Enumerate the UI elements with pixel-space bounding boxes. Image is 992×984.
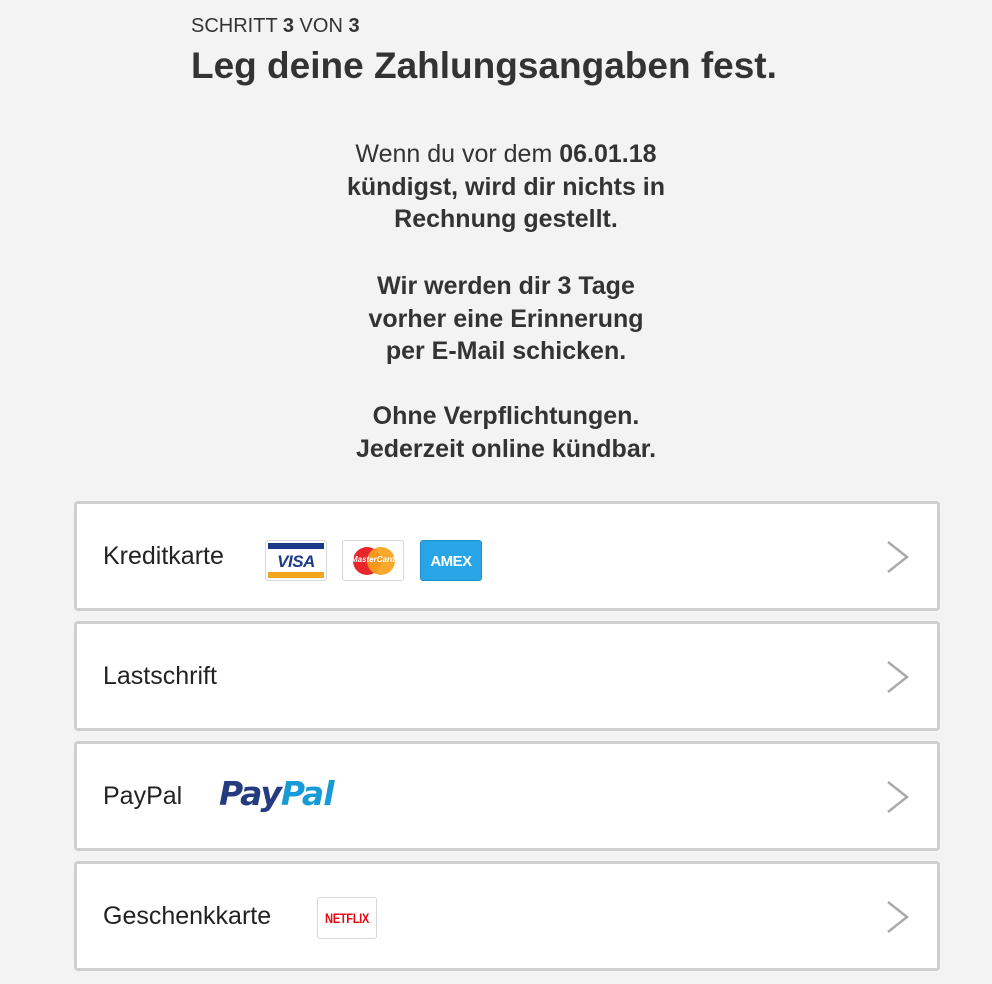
amex-logo: AMEX <box>420 540 482 581</box>
payment-option-label: Geschenkkarte <box>103 902 272 930</box>
step-current: 3 <box>282 15 294 37</box>
card-logos: VISA MasterCard AMEX <box>265 540 505 584</box>
amex-logo-text: AMEX <box>430 553 472 570</box>
payment-option-label: Kreditkarte <box>103 542 224 570</box>
payment-option-paypal[interactable]: PayPal PayPal <box>74 741 940 851</box>
mastercard-logo-text: MasterCard <box>350 555 395 564</box>
reminder-notice: Wir werden dir 3 Tage vorher eine Erinne… <box>0 270 992 368</box>
netflix-logo-text: NETFLIX <box>325 910 369 926</box>
trial-end-date: 06.01.18 <box>559 140 657 168</box>
step-indicator: SCHRITT 3 VON 3 <box>191 14 891 38</box>
reminder-line3: per E-Mail schicken. <box>385 337 627 365</box>
step-middle: VON <box>293 15 349 37</box>
page-header: SCHRITT 3 VON 3 Leg deine Zahlungsangabe… <box>191 14 891 88</box>
chevron-right-icon <box>887 781 910 813</box>
visa-logo: VISA <box>265 540 327 581</box>
commitment-line2: Jederzeit online kündbar. <box>355 434 657 463</box>
reminder-line2: vorher eine Erinnerung <box>368 304 644 333</box>
paypal-logo-part1: Pay <box>219 774 282 813</box>
mastercard-logo: MasterCard <box>342 540 404 581</box>
payment-option-label: PayPal <box>103 782 183 810</box>
netflix-logo: NETFLIX <box>317 897 377 939</box>
billing-notice-line3: Rechnung gestellt. <box>394 205 618 233</box>
payment-option-credit-card[interactable]: Kreditkarte VISA MasterCard AMEX <box>74 501 940 611</box>
billing-notice: Wenn du vor dem 06.01.18 kündigst, wird … <box>0 138 992 236</box>
step-total: 3 <box>348 15 360 37</box>
payment-options-list: Kreditkarte VISA MasterCard AMEX Lastsch… <box>74 501 940 981</box>
commitment-line1: Ohne Verpflichtungen. <box>372 402 640 430</box>
payment-option-gift-card[interactable]: Geschenkkarte NETFLIX <box>74 861 940 971</box>
billing-notice-line1: Wenn du vor dem 06.01.18 <box>0 138 992 171</box>
billing-notice-prefix: Wenn du vor dem <box>355 140 560 168</box>
chevron-right-icon <box>887 661 910 693</box>
paypal-logo: PayPal <box>219 774 334 813</box>
paypal-logo-part2: Pal <box>280 774 335 813</box>
visa-logo-text: VISA <box>277 552 315 571</box>
billing-notice-line2: kündigst, wird dir nichts in <box>346 172 666 201</box>
chevron-right-icon <box>887 901 910 933</box>
payment-option-label: Lastschrift <box>103 662 217 690</box>
reminder-line1: Wir werden dir 3 Tage <box>377 272 635 300</box>
page-title: Leg deine Zahlungsangaben fest. <box>191 45 777 86</box>
payment-option-direct-debit[interactable]: Lastschrift <box>74 621 940 731</box>
step-prefix: SCHRITT <box>191 15 283 37</box>
chevron-right-icon <box>887 541 910 573</box>
commitment-notice: Ohne Verpflichtungen. Jederzeit online k… <box>0 400 992 465</box>
